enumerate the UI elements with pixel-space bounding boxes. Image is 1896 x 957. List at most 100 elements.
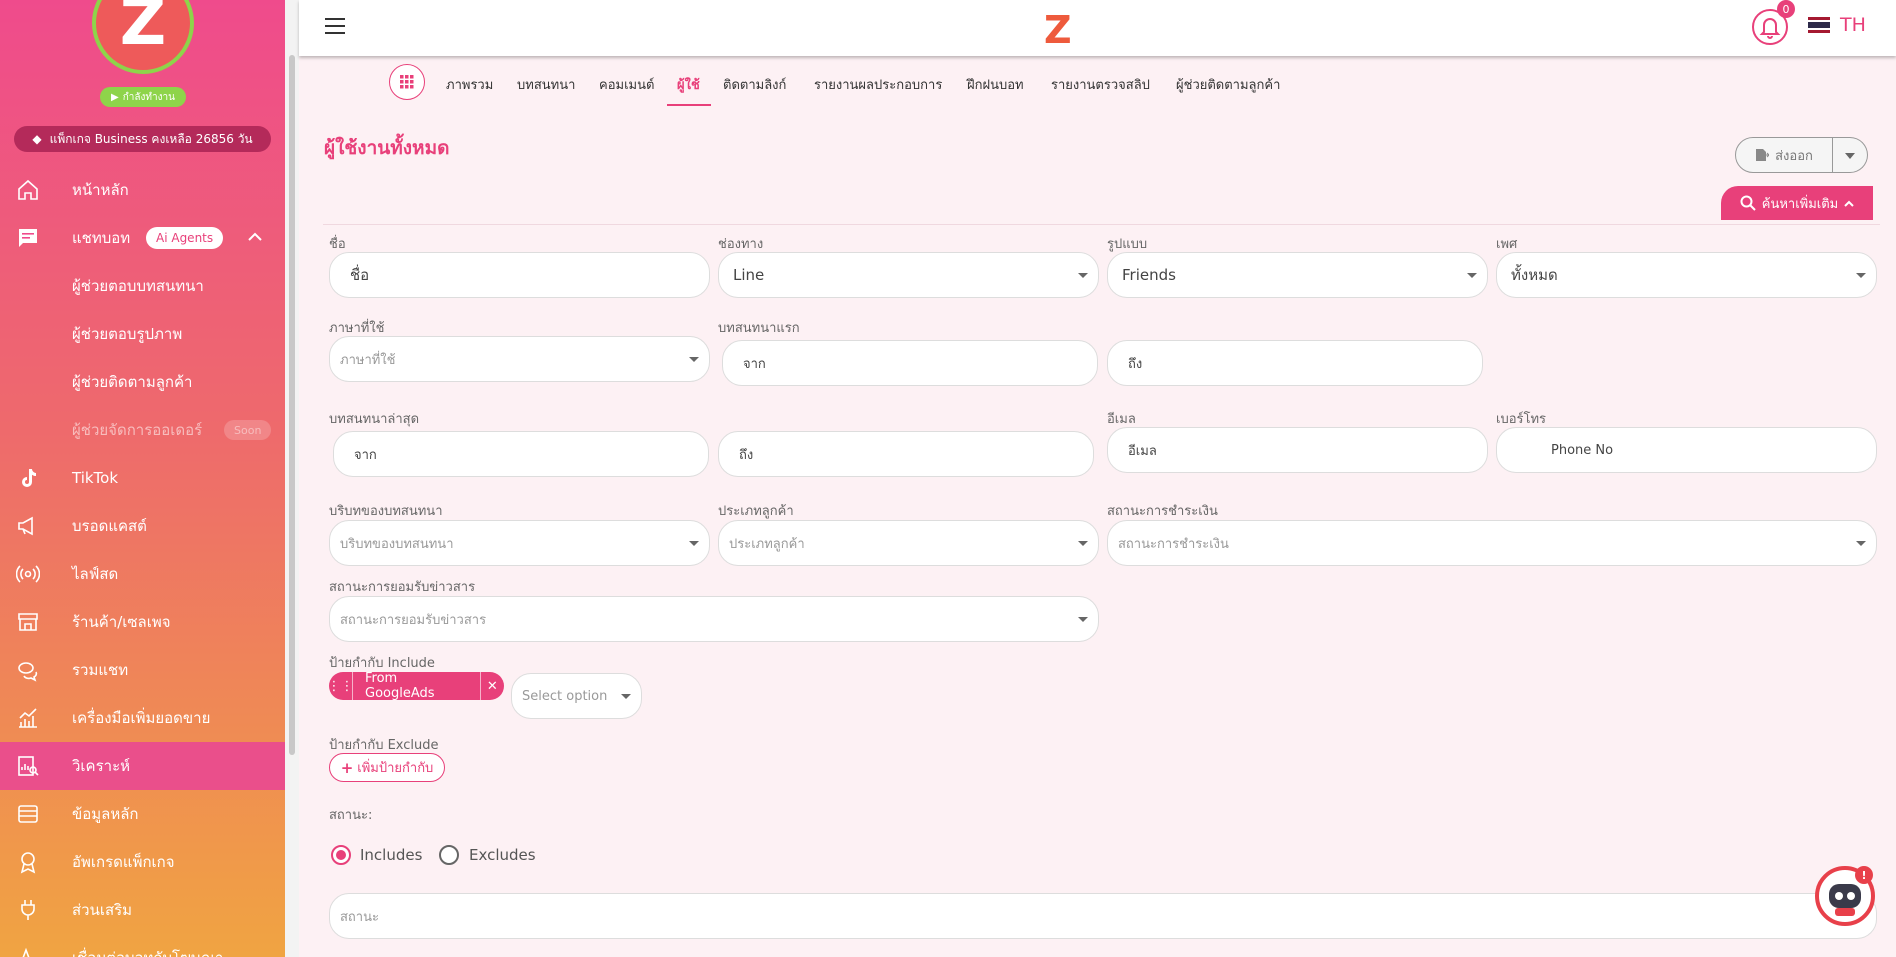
gender-label: เพศ [1496, 237, 1518, 252]
chat-alert-badge: ! [1855, 866, 1873, 884]
email-input[interactable]: อีเมล [1107, 427, 1488, 473]
growth-icon [19, 708, 37, 728]
tab-overview[interactable]: ภาพรวม [446, 74, 493, 95]
customer-type-select[interactable]: ประเภทลูกค้า [718, 520, 1099, 566]
database-icon [18, 805, 38, 823]
plus-icon: + [340, 758, 354, 777]
tab-comments[interactable]: คอมเมนต์ [599, 74, 654, 95]
close-icon[interactable]: ✕ [481, 679, 504, 694]
advanced-search-button[interactable]: ค้นหาเพิ่มเติม [1721, 186, 1873, 220]
tab-conversations[interactable]: บทสนทนา [517, 74, 575, 95]
tab-performance-report[interactable]: รายงานผลประกอบการ [814, 74, 942, 95]
last-chat-from-input[interactable]: จาก [333, 431, 709, 477]
menu-icon[interactable] [325, 18, 345, 34]
status-select[interactable]: สถานะ [329, 893, 1877, 939]
language-select[interactable]: ภาษาที่ใช้ [329, 336, 710, 382]
search-icon [1740, 195, 1756, 211]
tag-select[interactable]: Select option [511, 673, 642, 719]
active-tab-indicator [667, 104, 711, 106]
sidebar-item-upgrade[interactable]: อัพเกรดแพ็กเกจ [0, 838, 285, 886]
grid-icon [400, 75, 414, 89]
context-label: บริบทของบทสนทนา [329, 504, 443, 519]
last-chat-to-input[interactable]: ถึง [718, 431, 1094, 477]
includes-radio[interactable] [331, 845, 351, 865]
tiktok-icon [22, 469, 36, 487]
sidebar-item-home[interactable]: หน้าหลัก [0, 166, 285, 214]
payment-status-select[interactable]: สถานะการชำระเงิน [1107, 520, 1877, 566]
sidebar: Z ▶ กำลังทำงาน ◆ แพ็กเกจ Business คงเหลื… [0, 0, 285, 957]
sidebar-scrollbar[interactable] [289, 55, 295, 755]
phone-label: เบอร์โทร [1496, 412, 1547, 427]
export-button[interactable]: ส่งออก [1735, 137, 1833, 173]
caret-down-icon [1078, 617, 1088, 622]
consent-label: สถานะการยอมรับข่าวสาร [329, 580, 476, 595]
first-chat-from-input[interactable]: จาก [722, 340, 1098, 386]
plug-icon [21, 900, 35, 920]
includes-label: Includes [360, 846, 423, 864]
caret-down-icon [621, 694, 631, 699]
soon-badge: Soon [224, 420, 272, 440]
channel-select[interactable]: Line [718, 252, 1099, 298]
tab-link-tracking[interactable]: ติดตามลิงก์ [723, 74, 786, 95]
ads-icon [22, 947, 30, 957]
sidebar-item-live[interactable]: ไลฟ์สด [0, 550, 285, 598]
megaphone-icon [18, 516, 33, 536]
sidebar-item-store[interactable]: ร้านค้า/เซลเพจ [0, 598, 285, 646]
tab-slip-report[interactable]: รายงานตรวจสลิป [1051, 74, 1150, 95]
live-icon [16, 565, 40, 583]
ai-agents-badge: Ai Agents [146, 227, 224, 249]
bot-status-badge[interactable]: ▶ กำลังทำงาน [100, 87, 186, 107]
excludes-radio[interactable] [439, 845, 459, 865]
sidebar-item-ads-bot[interactable]: เชื่อมต่อบอทกับโฆษณา [0, 934, 285, 957]
drag-handle-icon[interactable]: ⋮⋮ [328, 672, 354, 700]
channel-label: ช่องทาง [718, 237, 764, 252]
customer-type-label: ประเภทลูกค้า [718, 504, 794, 519]
tab-followup-assistant[interactable]: ผู้ช่วยติดตามลูกค้า [1176, 74, 1280, 95]
name-input[interactable]: ชื่อ [329, 252, 710, 298]
thai-flag-icon[interactable] [1808, 17, 1830, 33]
package-badge: ◆ แพ็กเกจ Business คงเหลือ 26856 วัน [14, 126, 271, 152]
language-selector[interactable]: TH [1840, 14, 1866, 36]
chevron-up-icon[interactable] [248, 232, 262, 242]
add-tag-button[interactable]: + เพิ่มป้ายกำกับ [329, 753, 445, 782]
diamond-icon: ◆ [32, 132, 42, 146]
tab-grid-button[interactable] [389, 64, 425, 100]
top-bar: Z 0 TH [299, 0, 1896, 56]
sidebar-subitem-followup-assistant[interactable]: ผู้ช่วยติดตามลูกค้า [0, 358, 285, 406]
sidebar-item-tiktok[interactable]: TikTok [0, 454, 285, 502]
caret-down-icon [1845, 153, 1855, 159]
export-dropdown-button[interactable] [1833, 137, 1868, 173]
type-label: รูปแบบ [1107, 237, 1148, 252]
type-select[interactable]: Friends [1107, 252, 1488, 298]
sidebar-subitem-chat-assistant[interactable]: ผู้ช่วยตอบบทสนทนา [0, 262, 285, 310]
caret-down-icon [1078, 273, 1088, 278]
store-icon [18, 613, 38, 631]
tab-users[interactable]: ผู้ใช้ [677, 74, 700, 95]
tab-bot-training[interactable]: ฝึกฝนบอท [967, 74, 1024, 95]
sidebar-item-chatbot[interactable]: แชทบอท Ai Agents [0, 214, 285, 262]
sidebar-item-sales-tools[interactable]: เครื่องมือเพิ่มยอดขาย [0, 694, 285, 742]
chevron-up-icon [1844, 200, 1854, 207]
phone-input[interactable]: Phone No [1496, 427, 1877, 473]
consent-select[interactable]: สถานะการยอมรับข่าวสาร [329, 596, 1099, 642]
first-chat-to-input[interactable]: ถึง [1107, 340, 1483, 386]
sidebar-item-broadcast[interactable]: บรอดแคสต์ [0, 502, 285, 550]
sidebar-item-addons[interactable]: ส่วนเสริม [0, 886, 285, 934]
context-select[interactable]: บริบทของบทสนทนา [329, 520, 710, 566]
first-chat-label: บทสนทนาแรก [718, 321, 800, 336]
export-icon [1756, 149, 1770, 161]
tag-exclude-label: ป้ายกำกับ Exclude [329, 738, 439, 753]
tag-chip: ⋮⋮ From GoogleAds ✕ [328, 671, 504, 701]
award-icon [20, 852, 36, 874]
sidebar-subitem-image-assistant[interactable]: ผู้ช่วยตอบรูปภาพ [0, 310, 285, 358]
caret-down-icon [1467, 273, 1477, 278]
sidebar-subitem-order-assistant: ผู้ช่วยจัดการออเดอร์ Soon [0, 406, 285, 454]
last-chat-label: บทสนทนาล่าสุด [329, 412, 420, 427]
play-icon: ▶ [111, 91, 119, 103]
sidebar-item-all-chats[interactable]: รวมแชท [0, 646, 285, 694]
sidebar-item-analytics[interactable]: วิเคราะห์ [0, 742, 285, 790]
gender-select[interactable]: ทั้งหมด [1496, 252, 1877, 298]
sidebar-item-master-data[interactable]: ข้อมูลหลัก [0, 790, 285, 838]
caret-down-icon [1078, 541, 1088, 546]
language-label: ภาษาที่ใช้ [329, 321, 385, 336]
